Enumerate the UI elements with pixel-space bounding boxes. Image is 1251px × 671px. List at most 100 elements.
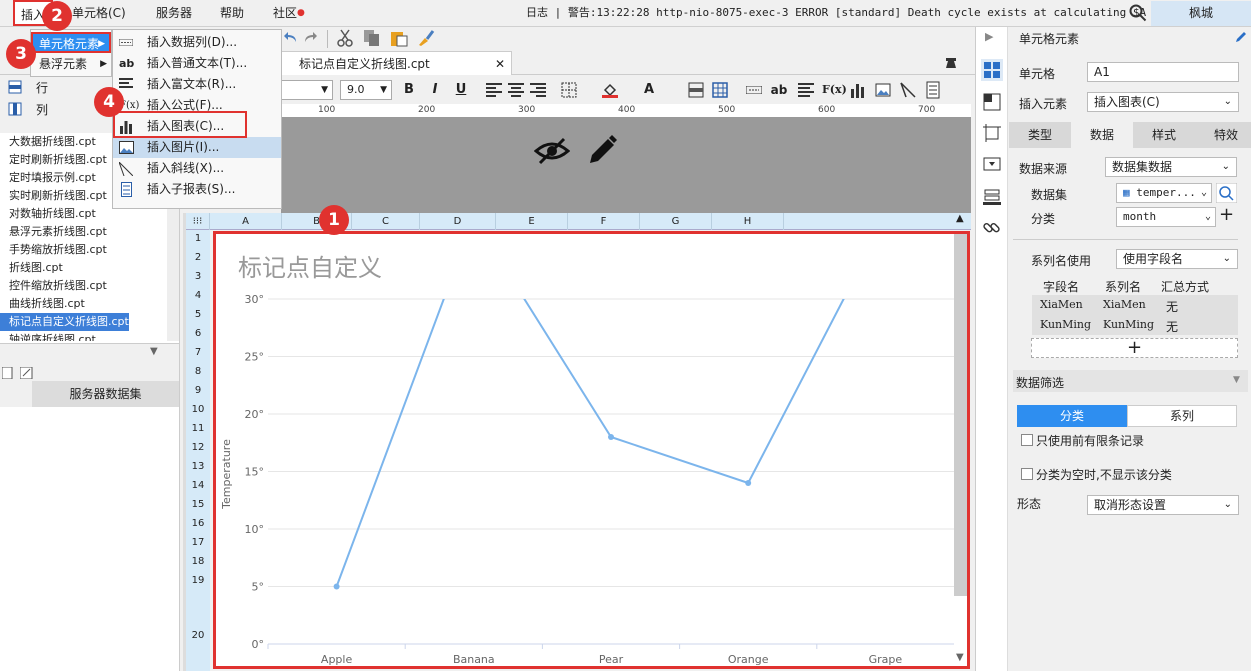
row-label[interactable]: 行	[36, 79, 48, 96]
edit-dataset-icon[interactable]	[20, 367, 34, 379]
italic-button[interactable]: I	[426, 80, 444, 100]
undo-icon[interactable]	[284, 30, 298, 46]
column-header-cell[interactable]: H	[712, 213, 784, 230]
column-header-cell[interactable]: C	[352, 213, 420, 230]
row-header-cell[interactable]: 13	[186, 461, 210, 472]
hyperlink-icon[interactable]	[983, 219, 1001, 237]
add-row-button[interactable]: +	[1031, 338, 1238, 358]
font-color-button[interactable]: A	[640, 80, 658, 100]
formula-button[interactable]: F(x)	[822, 80, 847, 100]
column-header-cell[interactable]: E	[496, 213, 568, 230]
format-brush-icon[interactable]	[417, 29, 435, 47]
row-header-cell[interactable]: 12	[186, 442, 210, 453]
underline-button[interactable]: U	[452, 80, 470, 100]
insert-data-column-icon[interactable]	[746, 86, 762, 94]
scrollbar[interactable]	[954, 234, 967, 596]
font-family-select[interactable]: ▼	[281, 80, 333, 100]
tab-data[interactable]: 数据	[1071, 122, 1133, 148]
redo-icon[interactable]	[303, 30, 317, 46]
cut-icon[interactable]	[336, 29, 354, 47]
row-header-cell[interactable]: 3	[186, 271, 210, 282]
row-header-cell[interactable]: 6	[186, 328, 210, 339]
list-item[interactable]: 悬浮元素折线图.cpt	[0, 223, 107, 241]
edit-icon[interactable]	[586, 133, 618, 167]
menu-item-insert-image[interactable]: 插入图片(I)...	[113, 137, 281, 158]
sub-report-icon[interactable]	[926, 81, 940, 99]
align-center-icon[interactable]	[508, 83, 524, 97]
font-size-select[interactable]: 9.0 ▼	[340, 80, 392, 100]
row-header-cell[interactable]: 1	[186, 233, 210, 244]
chevron-right-icon[interactable]: ▶	[985, 30, 993, 43]
chevron-down-icon[interactable]: ▼	[1233, 375, 1240, 385]
row-header-cell[interactable]: 20	[186, 630, 210, 641]
cell-input[interactable]: A1	[1087, 62, 1239, 82]
condition-attribute-icon[interactable]	[983, 188, 1001, 206]
insert-element-select[interactable]: 插入图表(C) ⌄	[1087, 92, 1239, 112]
add-category-button[interactable]: +	[1219, 205, 1234, 225]
list-item-selected[interactable]: 标记点自定义折线图.cpt	[0, 313, 129, 331]
user-name[interactable]: 枫城	[1151, 1, 1251, 26]
row-header-cell[interactable]: 18	[186, 556, 210, 567]
data-source-select[interactable]: 数据集数据 ⌄	[1105, 157, 1237, 177]
splitter[interactable]: ▼	[0, 343, 179, 365]
column-header-cell[interactable]: F	[568, 213, 640, 230]
table-cell[interactable]: XiaMen	[1103, 298, 1146, 311]
tab-type[interactable]: 类型	[1009, 122, 1071, 148]
row-header-cell[interactable]: 14	[186, 480, 210, 491]
row-header-cell[interactable]: 10	[186, 404, 210, 415]
align-right-icon[interactable]	[530, 83, 546, 97]
hide-icon[interactable]	[534, 135, 570, 167]
row-header-cell[interactable]: 5	[186, 309, 210, 320]
chevron-up-icon[interactable]: ▲	[956, 213, 964, 224]
shape-select[interactable]: 取消形态设置 ⌄	[1087, 495, 1239, 515]
border-icon[interactable]	[561, 82, 577, 98]
table-cell[interactable]: KunMing	[1103, 318, 1154, 331]
server-dataset-tab[interactable]: 服务器数据集	[32, 381, 179, 407]
list-item[interactable]: 实时刷新折线图.cpt	[0, 187, 107, 205]
table-icon[interactable]	[712, 82, 728, 98]
widget-icon[interactable]	[983, 155, 1001, 173]
table-cell[interactable]: 无	[1166, 298, 1178, 315]
float-element-icon[interactable]	[983, 124, 1001, 142]
diagonal-line-icon[interactable]	[900, 82, 916, 98]
search-icon[interactable]	[1129, 4, 1147, 22]
menu-item-cell-element[interactable]: 单元格元素 ▶	[31, 32, 111, 53]
limit-records-checkbox[interactable]	[1021, 434, 1033, 446]
row-header-cell[interactable]: 17	[186, 537, 210, 548]
list-item[interactable]: 手势缩放折线图.cpt	[0, 241, 107, 259]
chart-container[interactable]: 标记点自定义 Temperature 0° 5° 10° 15° 20° 25° 30° A…	[213, 231, 970, 669]
image-icon[interactable]	[875, 82, 891, 98]
column-header-cell[interactable]: G	[640, 213, 712, 230]
search-icon[interactable]	[1216, 183, 1237, 203]
preview-icon[interactable]	[2, 367, 14, 379]
list-item[interactable]: 定时刷新折线图.cpt	[0, 151, 107, 169]
row-header-cell[interactable]: 11	[186, 423, 210, 434]
column-header-cell[interactable]: A	[210, 213, 282, 230]
chevron-down-icon[interactable]: ▼	[956, 652, 964, 663]
row-header-cell[interactable]: 16	[186, 518, 210, 529]
paste-icon[interactable]	[390, 29, 408, 47]
column-label[interactable]: 列	[36, 101, 48, 118]
tab-style[interactable]: 样式	[1133, 122, 1195, 148]
table-cell[interactable]: 无	[1166, 318, 1178, 335]
filter-tab-series[interactable]: 系列	[1127, 405, 1237, 427]
insert-text-button[interactable]: ab	[769, 80, 789, 100]
menu-server[interactable]: 服务器	[156, 0, 192, 26]
table-cell[interactable]: XiaMen	[1040, 298, 1083, 311]
list-item[interactable]: 大数据折线图.cpt	[0, 133, 96, 151]
row-header-cell[interactable]: 8	[186, 366, 210, 377]
tab-report[interactable]: 标记点自定义折线图.cpt ✕	[280, 51, 512, 75]
cell-attribute-icon[interactable]	[983, 93, 1001, 111]
row-header-cell[interactable]: 2	[186, 252, 210, 263]
list-item[interactable]: 控件缩放折线图.cpt	[0, 277, 107, 295]
menu-item-insert-text[interactable]: ab 插入普通文本(T)...	[113, 53, 281, 74]
copy-icon[interactable]	[363, 29, 381, 47]
menu-item-insert-subreport[interactable]: 插入子报表(S)...	[113, 179, 281, 200]
menu-cell[interactable]: 单元格(C)	[72, 0, 126, 26]
filter-tab-category[interactable]: 分类	[1017, 405, 1127, 427]
bold-button[interactable]: B	[400, 80, 418, 100]
row-header-cell[interactable]: 4	[186, 290, 210, 301]
rich-text-icon[interactable]	[798, 83, 814, 97]
series-name-select[interactable]: 使用字段名 ⌄	[1116, 249, 1238, 269]
menu-item-insert-data-column[interactable]: 插入数据列(D)...	[113, 32, 281, 53]
